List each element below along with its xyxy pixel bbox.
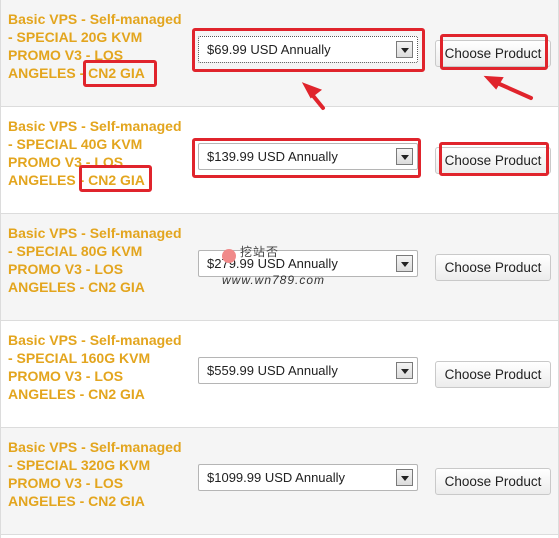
product-name-line: Basic VPS - Self-managed bbox=[8, 11, 182, 27]
product-name-line: ANGELES - bbox=[8, 279, 89, 295]
chevron-down-icon[interactable] bbox=[396, 469, 413, 486]
chevron-down-icon[interactable] bbox=[396, 148, 413, 165]
choose-product-button[interactable]: Choose Product bbox=[435, 468, 551, 495]
choose-product-button[interactable]: Choose Product bbox=[435, 40, 551, 67]
chevron-down-icon[interactable] bbox=[396, 255, 413, 272]
billing-cycle-select[interactable]: $279.99 USD Annually bbox=[198, 250, 418, 277]
product-name: Basic VPS - Self-managed - SPECIAL 160G … bbox=[8, 331, 188, 403]
product-name-line: - SPECIAL 20G KVM bbox=[8, 29, 143, 45]
location-tag: CN2 GIA bbox=[88, 172, 145, 188]
product-name-line: Basic VPS - Self-managed bbox=[8, 118, 182, 134]
choose-product-button[interactable]: Choose Product bbox=[435, 254, 551, 281]
product-name-line: PROMO V3 - LOS bbox=[8, 368, 124, 384]
product-row: Basic VPS - Self-managed - SPECIAL 160G … bbox=[1, 321, 558, 428]
product-name-line: - SPECIAL 160G KVM bbox=[8, 350, 151, 366]
location-tag: CN2 GIA bbox=[88, 279, 145, 295]
billing-cycle-select[interactable]: $139.99 USD Annually bbox=[198, 143, 418, 170]
product-name-line: PROMO V3 - LOS bbox=[8, 154, 124, 170]
location-tag: CN2 GIA bbox=[88, 65, 145, 81]
location-tag: CN2 GIA bbox=[88, 386, 145, 402]
selected-price: $279.99 USD Annually bbox=[207, 256, 338, 271]
product-name: Basic VPS - Self-managed - SPECIAL 320G … bbox=[8, 438, 188, 510]
product-name-line: Basic VPS - Self-managed bbox=[8, 332, 182, 348]
product-list: Basic VPS - Self-managed - SPECIAL 20G K… bbox=[0, 0, 559, 538]
product-name-line: PROMO V3 - LOS bbox=[8, 475, 124, 491]
product-name-line: PROMO V3 - LOS bbox=[8, 47, 124, 63]
billing-cycle-select[interactable]: $69.99 USD Annually bbox=[198, 36, 418, 63]
product-row: Basic VPS - Self-managed - SPECIAL 40G K… bbox=[1, 107, 558, 214]
product-row: Basic VPS - Self-managed - SPECIAL 80G K… bbox=[1, 214, 558, 321]
product-name: Basic VPS - Self-managed - SPECIAL 80G K… bbox=[8, 224, 188, 296]
product-name-line: ANGELES - bbox=[8, 493, 89, 509]
choose-product-button[interactable]: Choose Product bbox=[435, 147, 551, 174]
product-name-line: - SPECIAL 80G KVM bbox=[8, 243, 143, 259]
billing-cycle-select[interactable]: $559.99 USD Annually bbox=[198, 357, 418, 384]
selected-price: $69.99 USD Annually bbox=[207, 42, 331, 57]
chevron-down-icon[interactable] bbox=[396, 362, 413, 379]
product-name-line: - SPECIAL 320G KVM bbox=[8, 457, 151, 473]
product-name: Basic VPS - Self-managed - SPECIAL 40G K… bbox=[8, 117, 188, 189]
location-tag: CN2 GIA bbox=[88, 493, 145, 509]
product-name-line: ANGELES - bbox=[8, 65, 89, 81]
selected-price: $559.99 USD Annually bbox=[207, 363, 338, 378]
choose-product-button[interactable]: Choose Product bbox=[435, 361, 551, 388]
product-name: Basic VPS - Self-managed - SPECIAL 20G K… bbox=[8, 10, 188, 82]
chevron-down-icon[interactable] bbox=[396, 41, 413, 58]
product-name-line: Basic VPS - Self-managed bbox=[8, 439, 182, 455]
product-row: Basic VPS - Self-managed - SPECIAL 320G … bbox=[1, 428, 558, 535]
product-name-line: ANGELES - bbox=[8, 172, 89, 188]
selected-price: $139.99 USD Annually bbox=[207, 149, 338, 164]
billing-cycle-select[interactable]: $1099.99 USD Annually bbox=[198, 464, 418, 491]
product-name-line: - SPECIAL 40G KVM bbox=[8, 136, 143, 152]
product-name-line: PROMO V3 - LOS bbox=[8, 261, 124, 277]
product-name-line: ANGELES - bbox=[8, 386, 89, 402]
selected-price: $1099.99 USD Annually bbox=[207, 470, 346, 485]
product-row: Basic VPS - Self-managed - SPECIAL 20G K… bbox=[1, 0, 558, 107]
product-name-line: Basic VPS - Self-managed bbox=[8, 225, 182, 241]
